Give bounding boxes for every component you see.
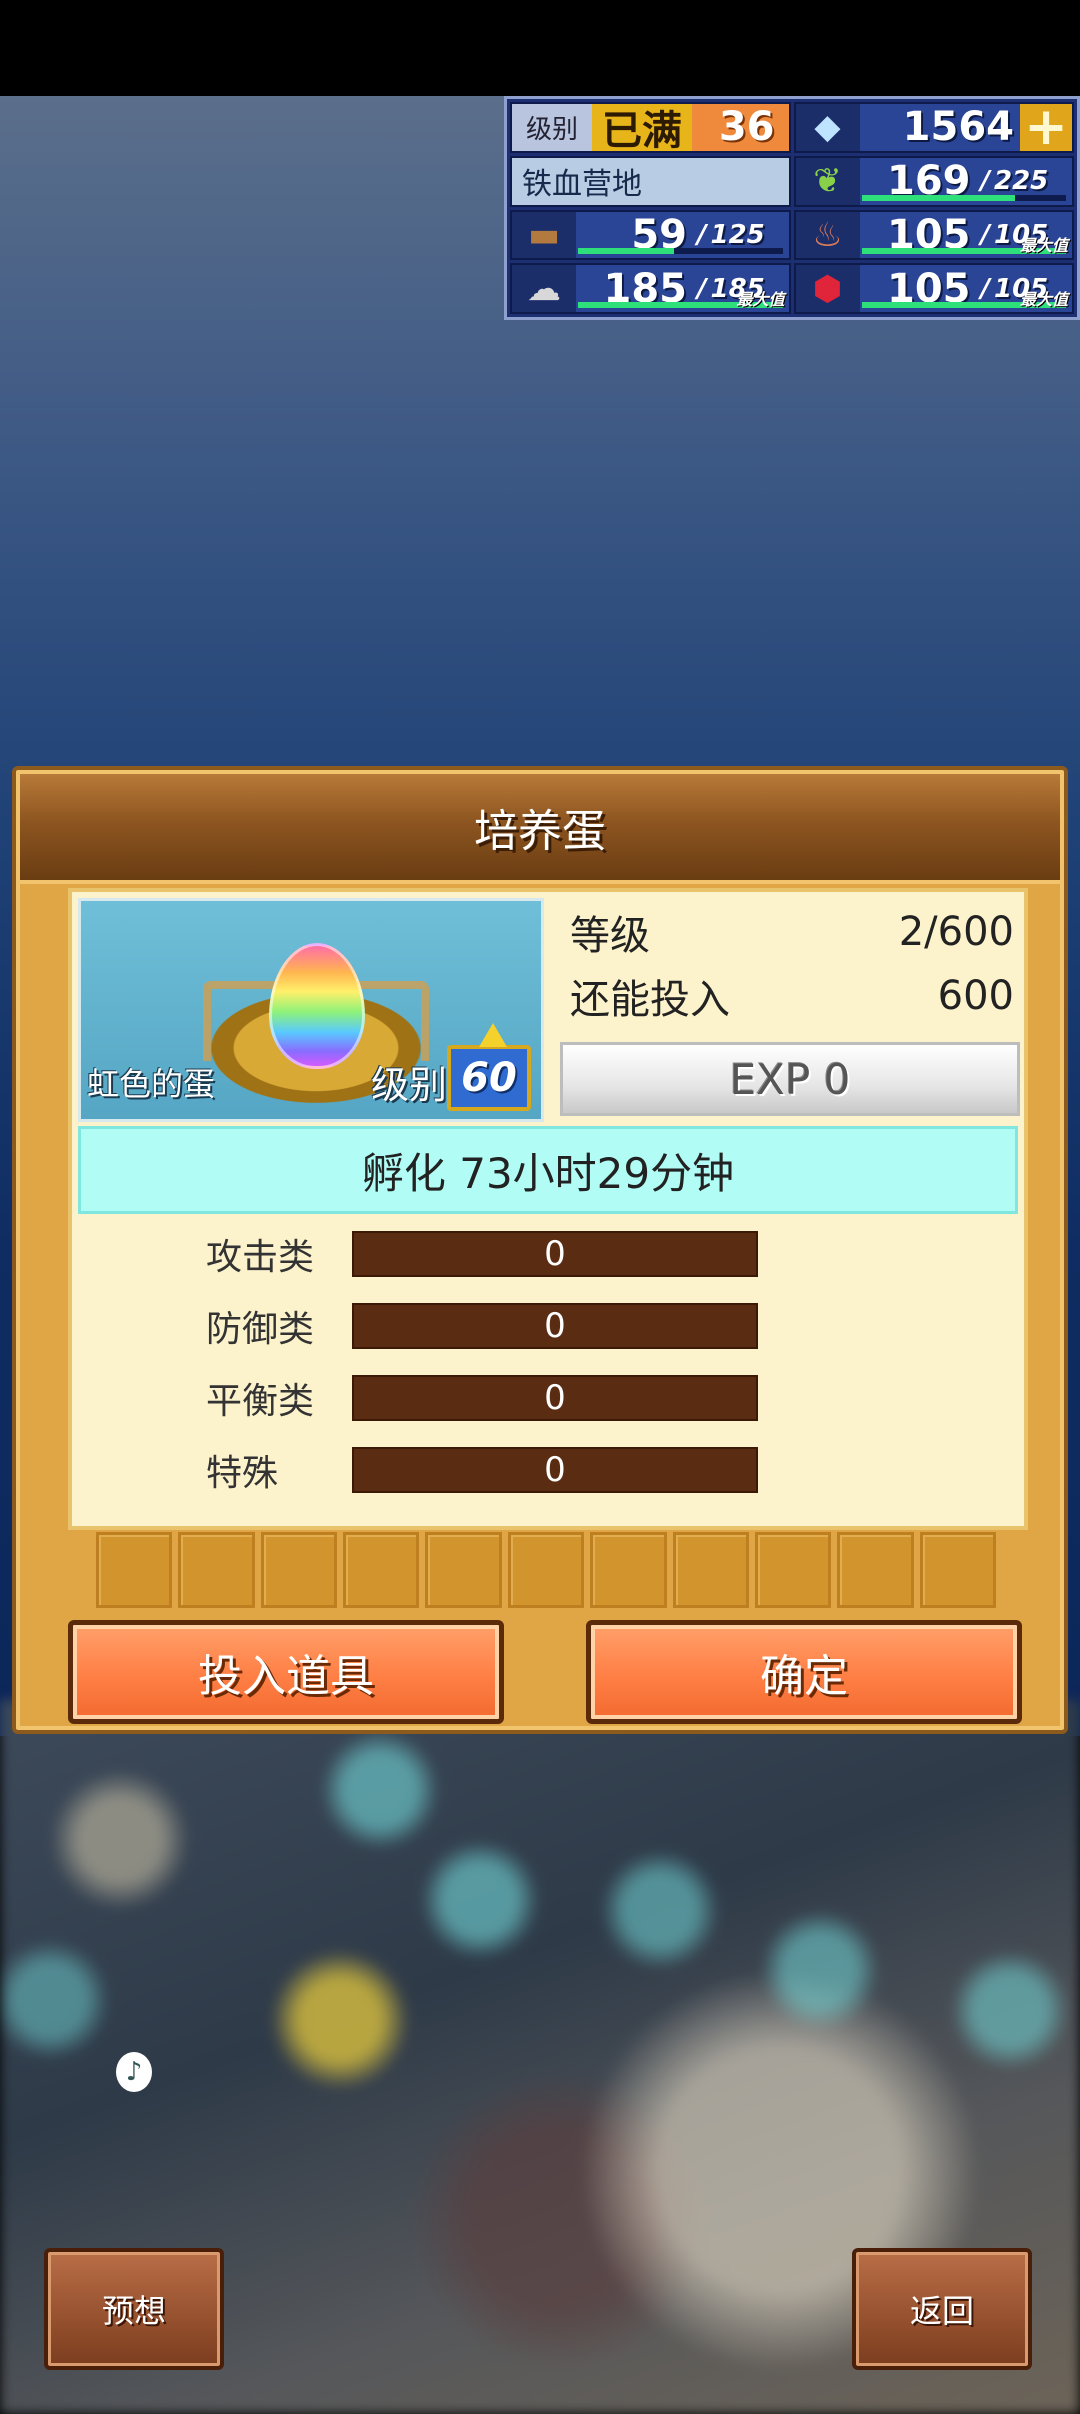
add-item-button[interactable]: 投入道具	[68, 1620, 504, 1724]
item-slot[interactable]	[672, 1532, 749, 1608]
attribute-label: 攻击类	[206, 1237, 315, 1278]
confirm-button[interactable]: 确定	[586, 1620, 1022, 1724]
egg-dialog: 培养蛋 虹色的蛋 级别 60 等级 2/600 还能投入 600 EXP 0 孵…	[12, 766, 1068, 1734]
dialog-title: 培养蛋	[474, 806, 606, 857]
resource-food: ♨ 105 / 105 最大值	[793, 209, 1074, 261]
attribute-value: 0	[352, 1303, 758, 1349]
attribute-value: 0	[352, 1231, 758, 1277]
resource-bar-fill	[861, 194, 1015, 201]
base-name-cell: 铁血营地	[510, 155, 791, 207]
player-level: 级别 已满 36	[510, 102, 791, 153]
rainbow-egg-icon	[269, 943, 365, 1069]
item-slot[interactable]	[837, 1532, 914, 1608]
item-slot[interactable]	[425, 1532, 502, 1608]
grass-icon: ❦	[795, 157, 860, 205]
max-tag: 最大值	[1019, 290, 1068, 309]
attribute-label: 平衡类	[206, 1381, 315, 1422]
resource-hud: 级别 已满 36 ◆ 1564 + 铁血营地 ❦ 169 / 225 ▬ 59 …	[504, 96, 1080, 320]
resource-ruby: ⬢ 105 / 105 最大值	[793, 263, 1074, 314]
egg-level-label: 级别	[371, 1063, 448, 1107]
preview-button[interactable]: 预想	[44, 2248, 224, 2370]
resource-grass: ❦ 169 / 225	[793, 155, 1074, 207]
level-max-badge: 已满	[592, 104, 692, 151]
attribute-label: 防御类	[206, 1309, 315, 1350]
back-button[interactable]: 返回	[852, 2248, 1032, 2370]
egg-portrait: 虹色的蛋 级别 60	[78, 898, 544, 1122]
item-slot[interactable]	[919, 1532, 996, 1608]
ruby-icon: ⬢	[795, 265, 860, 312]
remaining-label: 还能投入	[570, 977, 730, 1023]
level-label: 级别	[512, 104, 592, 151]
remaining-value: 600	[937, 973, 1014, 1019]
grade-row: 等级 2/600	[562, 902, 1022, 962]
hatch-timer: 孵化 73小时29分钟	[78, 1126, 1018, 1214]
diamond-icon: ◆	[795, 104, 860, 151]
item-slot[interactable]	[754, 1532, 832, 1608]
item-slot[interactable]	[343, 1532, 420, 1608]
gem-value: 1564	[902, 104, 1014, 151]
egg-level-badge: 60	[447, 1023, 531, 1111]
attribute-value: 0	[352, 1375, 758, 1421]
item-slot[interactable]	[260, 1532, 338, 1608]
item-slot[interactable]	[590, 1532, 667, 1608]
egg-name: 虹色的蛋	[87, 1065, 216, 1103]
resource-max: 125	[710, 219, 765, 250]
max-tag: 最大值	[1019, 236, 1068, 256]
item-slot[interactable]	[96, 1532, 173, 1608]
level-value: 36	[692, 104, 789, 151]
max-tag: 最大值	[736, 290, 785, 309]
resource-wood: ▬ 59 / 125	[510, 209, 791, 261]
grade-value: 2/600	[898, 909, 1014, 955]
item-slots	[96, 1532, 996, 1608]
attribute-label: 特殊	[206, 1453, 279, 1494]
resource-bar-fill	[578, 248, 675, 255]
add-gems-button[interactable]: +	[1020, 104, 1072, 151]
status-bar	[0, 0, 1080, 96]
exp-display: EXP 0	[560, 1042, 1020, 1116]
food-icon: ♨	[795, 211, 860, 259]
gem-counter: ◆ 1564 +	[793, 102, 1074, 153]
remaining-row: 还能投入 600	[562, 966, 1022, 1026]
grade-label: 等级	[570, 913, 650, 959]
stone-icon: ☁	[512, 265, 576, 312]
attribute-value: 0	[352, 1447, 758, 1493]
item-slot[interactable]	[178, 1532, 255, 1608]
attribute-row: 攻击类 0	[72, 1228, 1024, 1280]
attribute-row: 特殊 0	[72, 1444, 1024, 1496]
resource-max: 225	[994, 166, 1049, 197]
item-slot[interactable]	[507, 1532, 585, 1608]
base-name: 铁血营地	[512, 157, 789, 205]
resource-stone: ☁ 185 / 185 最大值	[510, 263, 791, 314]
wood-icon: ▬	[512, 211, 576, 259]
attribute-row: 防御类 0	[72, 1300, 1024, 1352]
music-note-icon[interactable]: ♪	[116, 2052, 152, 2092]
egg-info-panel: 虹色的蛋 级别 60 等级 2/600 还能投入 600 EXP 0 孵化 73…	[68, 888, 1028, 1530]
attribute-row: 平衡类 0	[72, 1372, 1024, 1424]
dialog-header: 培养蛋	[20, 774, 1060, 884]
